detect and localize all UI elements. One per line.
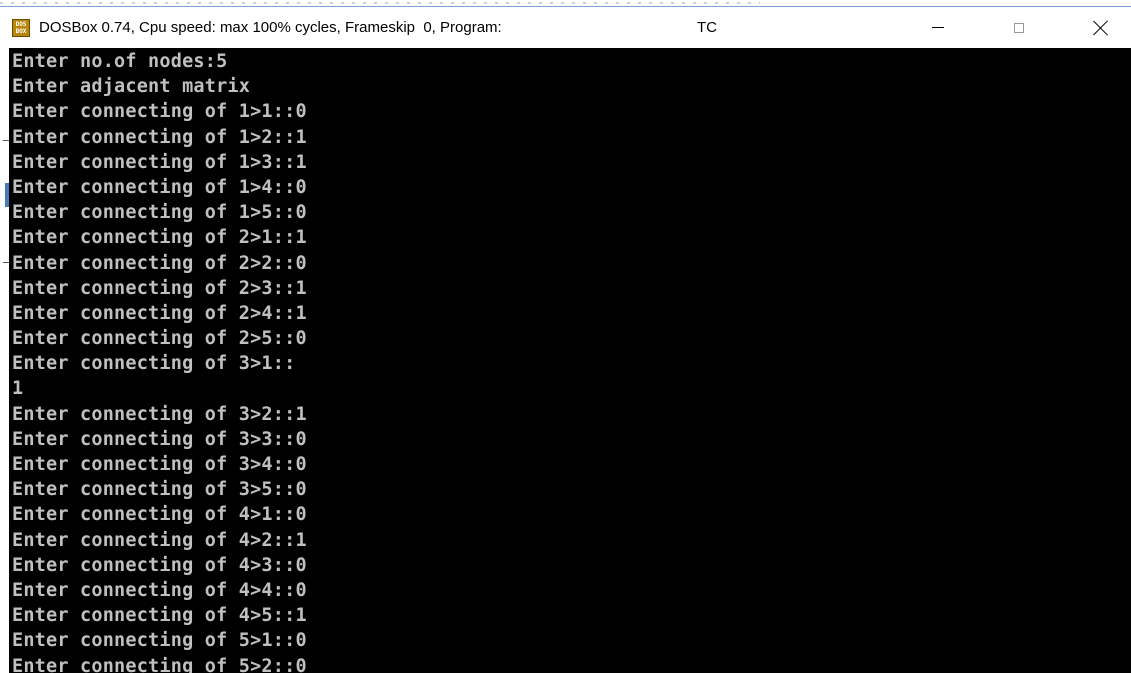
close-button[interactable] xyxy=(1078,7,1124,48)
title-bar[interactable]: DOS BOX DOSBox 0.74, Cpu speed: max 100%… xyxy=(0,6,1131,48)
dosbox-window: DOS BOX DOSBox 0.74, Cpu speed: max 100%… xyxy=(0,0,1131,673)
maximize-icon xyxy=(1014,22,1024,33)
app-icon-text-bottom: BOX xyxy=(15,27,27,35)
console-line: Enter connecting of 5>2::0 xyxy=(12,655,307,673)
app-icon-text-top: DOS xyxy=(15,20,27,28)
dosbox-app-icon[interactable]: DOS BOX xyxy=(12,18,30,37)
background-dots xyxy=(0,2,760,4)
console-line: Enter connecting of 4>4::0 xyxy=(12,579,307,601)
window-title: DOSBox 0.74, Cpu speed: max 100% cycles,… xyxy=(39,19,502,36)
console-line: Enter connecting of 4>5::1 xyxy=(12,605,307,627)
console-line: Enter connecting of 1>2::1 xyxy=(12,126,307,148)
console-line: Enter connecting of 3>5::0 xyxy=(12,479,307,501)
console-line: Enter connecting of 4>3::0 xyxy=(12,554,307,576)
console-line: Enter connecting of 5>1::0 xyxy=(12,630,307,652)
console-line: Enter connecting of 2>2::0 xyxy=(12,252,307,274)
console-line: Enter connecting of 3>3::0 xyxy=(12,428,307,450)
console-line: Enter connecting of 1>3::1 xyxy=(12,151,307,173)
console-line: Enter connecting of 1>5::0 xyxy=(12,202,307,224)
console-line: Enter adjacent matrix xyxy=(12,76,251,98)
minimize-button[interactable] xyxy=(915,7,961,48)
console-line: Enter connecting of 1>4::0 xyxy=(12,176,307,198)
console-line: Enter connecting of 3>4::0 xyxy=(12,454,307,475)
console-line: Enter connecting of 2>5::0 xyxy=(12,328,307,350)
console-output: Enter no.of nodes:5 Enter adjacent matrix… xyxy=(12,49,307,673)
close-icon xyxy=(1093,20,1109,36)
console-line: Enter no.of nodes:5 xyxy=(12,51,228,72)
console-line: Enter connecting of 4>2::1 xyxy=(12,529,307,551)
console-line: Enter connecting of 1>1::0 xyxy=(12,101,307,123)
window-title-program: TC xyxy=(697,19,717,36)
console-line: Enter connecting of 2>3::1 xyxy=(12,277,307,299)
console-line: Enter connecting of 3>1:: xyxy=(12,353,296,375)
dos-console[interactable]: Enter no.of nodes:5 Enter adjacent matrix… xyxy=(9,48,1131,673)
console-line: Enter connecting of 2>4::1 xyxy=(12,302,307,324)
background-window-edge xyxy=(0,48,9,673)
minimize-icon xyxy=(932,27,944,28)
console-line: Enter connecting of 3>2::1 xyxy=(12,403,307,425)
maximize-button[interactable] xyxy=(996,7,1042,48)
console-line: Enter connecting of 2>1::1 xyxy=(12,227,307,249)
console-line: Enter connecting of 4>1::0 xyxy=(12,504,307,526)
console-line: 1 xyxy=(12,378,24,400)
